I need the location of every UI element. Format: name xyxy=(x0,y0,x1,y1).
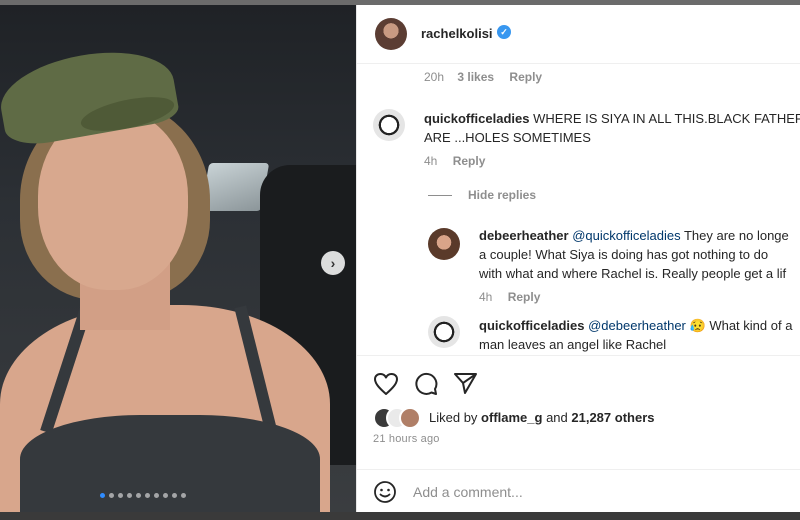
comment-meta: 20h 3 likes Reply xyxy=(424,70,542,84)
comment-time: 20h xyxy=(424,70,445,84)
likes-prefix: Liked by xyxy=(429,410,482,425)
verified-icon: ✓ xyxy=(497,25,511,39)
crying-emoji: 😥 xyxy=(689,318,706,333)
carousel-dot[interactable] xyxy=(109,493,114,498)
post-photo: › xyxy=(0,5,356,512)
likes-middle: and xyxy=(542,410,572,425)
post-timestamp[interactable]: 21 hours ago xyxy=(373,433,440,445)
reply-button[interactable]: Reply xyxy=(508,290,541,304)
hide-replies-button[interactable]: Hide replies xyxy=(468,188,536,202)
reply-username[interactable]: quickofficeladies xyxy=(479,318,584,333)
hide-replies-line xyxy=(428,195,452,196)
reply-text: debeerheather @quickofficeladies They ar… xyxy=(479,226,789,245)
reply-button[interactable]: Reply xyxy=(509,70,542,84)
reply-mention[interactable]: @debeerheather xyxy=(588,318,686,333)
author-avatar[interactable] xyxy=(375,18,407,50)
carousel-next-button[interactable]: › xyxy=(321,251,345,275)
comment-time: 4h xyxy=(424,154,438,168)
reply-mention[interactable]: @quickofficeladies xyxy=(572,228,680,243)
reply-text: quickofficeladies @debeerheather 😥 What … xyxy=(479,316,792,335)
carousel-dot[interactable] xyxy=(181,493,186,498)
reply-avatar[interactable] xyxy=(428,228,460,260)
reply-username[interactable]: debeerheather xyxy=(479,228,569,243)
browser-bottom-edge xyxy=(0,512,800,520)
carousel-dot[interactable] xyxy=(163,493,168,498)
liker-username[interactable]: offlame_g xyxy=(481,410,542,425)
emoji-icon[interactable] xyxy=(373,480,397,504)
carousel-dot[interactable] xyxy=(154,493,159,498)
likes-summary: Liked by offlame_g and 21,287 others xyxy=(429,410,654,425)
comment-icon[interactable] xyxy=(413,371,439,397)
commenter-avatar[interactable] xyxy=(373,109,405,141)
add-comment-bar: Add a comment... xyxy=(357,469,800,513)
reply-time: 4h xyxy=(479,290,493,304)
share-icon[interactable] xyxy=(453,371,479,395)
author-username[interactable]: rachelkolisi xyxy=(421,26,493,41)
comment-body-line1: WHERE IS SIYA IN ALL THIS.BLACK FATHERS xyxy=(533,111,800,126)
carousel-dot[interactable] xyxy=(172,493,177,498)
chevron-right-icon: › xyxy=(330,255,336,271)
carousel-dot[interactable] xyxy=(100,493,105,498)
liked-by-avatars[interactable] xyxy=(373,407,431,429)
comment-likes[interactable]: 3 likes xyxy=(457,70,494,84)
carousel-dots xyxy=(100,493,186,498)
comment-meta: 4h Reply xyxy=(424,154,485,168)
comment-username[interactable]: quickofficeladies xyxy=(424,111,529,126)
carousel-dot[interactable] xyxy=(127,493,132,498)
post-header: rachelkolisi ✓ xyxy=(357,5,800,64)
reply-body-line3: with what and where Rachel is. Really pe… xyxy=(479,266,787,281)
carousel-dot[interactable] xyxy=(118,493,123,498)
reply-body-line2: a couple! What Siya is doing has got not… xyxy=(479,247,769,262)
comment-text: quickofficeladies WHERE IS SIYA IN ALL T… xyxy=(424,109,800,128)
comments-list[interactable]: 20h 3 likes Reply quickofficeladies WHER… xyxy=(357,63,800,355)
comment-body-line2: ARE ...HOLES SOMETIMES xyxy=(424,130,591,145)
heart-icon[interactable] xyxy=(373,372,399,396)
add-comment-input[interactable]: Add a comment... xyxy=(413,484,523,500)
reply-body-line1: What kind of a xyxy=(709,318,793,333)
reply-button[interactable]: Reply xyxy=(453,154,486,168)
reply-avatar[interactable] xyxy=(428,316,460,348)
liker-avatar xyxy=(399,407,421,429)
reply-meta: 4h Reply xyxy=(479,290,540,304)
carousel-dot[interactable] xyxy=(145,493,150,498)
post-panel: rachelkolisi ✓ 20h 3 likes Reply quickof… xyxy=(356,5,800,512)
carousel-dot[interactable] xyxy=(136,493,141,498)
reply-body-line1: They are no longe xyxy=(683,228,789,243)
likes-count-link[interactable]: 21,287 others xyxy=(571,410,654,425)
reply-body-line2: man leaves an angel like Rachel xyxy=(479,337,667,352)
car-window xyxy=(200,163,270,211)
